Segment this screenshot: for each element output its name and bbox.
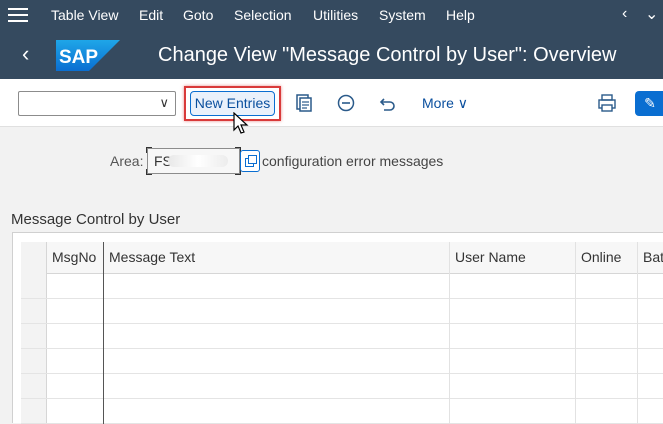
corner-mark	[146, 169, 152, 175]
more-button[interactable]: More ∨	[422, 95, 468, 112]
delete-icon[interactable]	[336, 93, 356, 113]
hamburger-menu-icon[interactable]	[8, 8, 28, 23]
table-row[interactable]	[21, 274, 663, 299]
table-row[interactable]	[21, 324, 663, 349]
chevron-down-icon: ∨	[457, 95, 469, 111]
column-divider	[575, 242, 576, 424]
value-help-icon[interactable]	[240, 150, 260, 172]
column-header-message-text[interactable]: Message Text	[104, 242, 450, 274]
title-bar: ‹ SAP Change View "Message Control by Us…	[0, 31, 663, 79]
mouse-cursor-icon	[233, 112, 249, 134]
column-header-msgno[interactable]: MsgNo	[47, 242, 104, 274]
back-arrow-icon[interactable]: ‹	[22, 41, 29, 67]
column-header-batch[interactable]: Bat	[638, 242, 663, 274]
svg-text:SAP: SAP	[59, 47, 98, 68]
redacted-overlay	[168, 155, 228, 167]
area-label: Area:	[110, 153, 144, 169]
undo-icon[interactable]	[378, 93, 398, 113]
pencil-icon: ✎	[644, 95, 656, 111]
column-divider	[637, 242, 638, 424]
copy-as-icon[interactable]	[294, 93, 314, 113]
column-header-online[interactable]: Online	[576, 242, 638, 274]
command-field[interactable]: ∨	[18, 91, 176, 116]
area-description: configuration error messages	[262, 153, 444, 169]
table-grid: MsgNo Message Text User Name Online Bat	[21, 242, 663, 424]
section-title: Message Control by User	[11, 211, 181, 228]
table-row[interactable]	[21, 349, 663, 374]
page-title: Change View "Message Control by User": O…	[158, 44, 617, 66]
fixed-column-divider	[103, 242, 104, 424]
chevron-down-icon[interactable]: ⌄	[645, 4, 658, 24]
chevron-left-icon[interactable]: ‹	[622, 5, 627, 23]
column-header-user-name[interactable]: User Name	[450, 242, 576, 274]
menu-utilities[interactable]: Utilities	[313, 7, 358, 23]
table-control: MsgNo Message Text User Name Online Bat	[12, 232, 663, 424]
menu-bar: Table View Edit Goto Selection Utilities…	[0, 0, 663, 31]
more-label: More	[422, 95, 454, 111]
column-divider	[449, 242, 450, 424]
area-input[interactable]: FS	[146, 147, 241, 175]
display-change-button[interactable]: ✎	[635, 91, 663, 116]
menu-help[interactable]: Help	[446, 7, 475, 23]
table-row[interactable]	[21, 299, 663, 324]
corner-mark	[146, 147, 152, 153]
print-icon[interactable]	[597, 93, 617, 113]
menu-system[interactable]: System	[379, 7, 426, 23]
table-row[interactable]	[21, 399, 663, 424]
application-toolbar: ∨ New Entries More ∨ ✎	[0, 79, 663, 127]
menu-table-view[interactable]: Table View	[51, 7, 118, 23]
menu-edit[interactable]: Edit	[139, 7, 163, 23]
chevron-down-icon[interactable]: ∨	[159, 95, 169, 111]
table-row[interactable]	[21, 374, 663, 399]
sap-logo: SAP	[56, 40, 120, 71]
menu-selection[interactable]: Selection	[234, 7, 292, 23]
menu-goto[interactable]: Goto	[183, 7, 213, 23]
